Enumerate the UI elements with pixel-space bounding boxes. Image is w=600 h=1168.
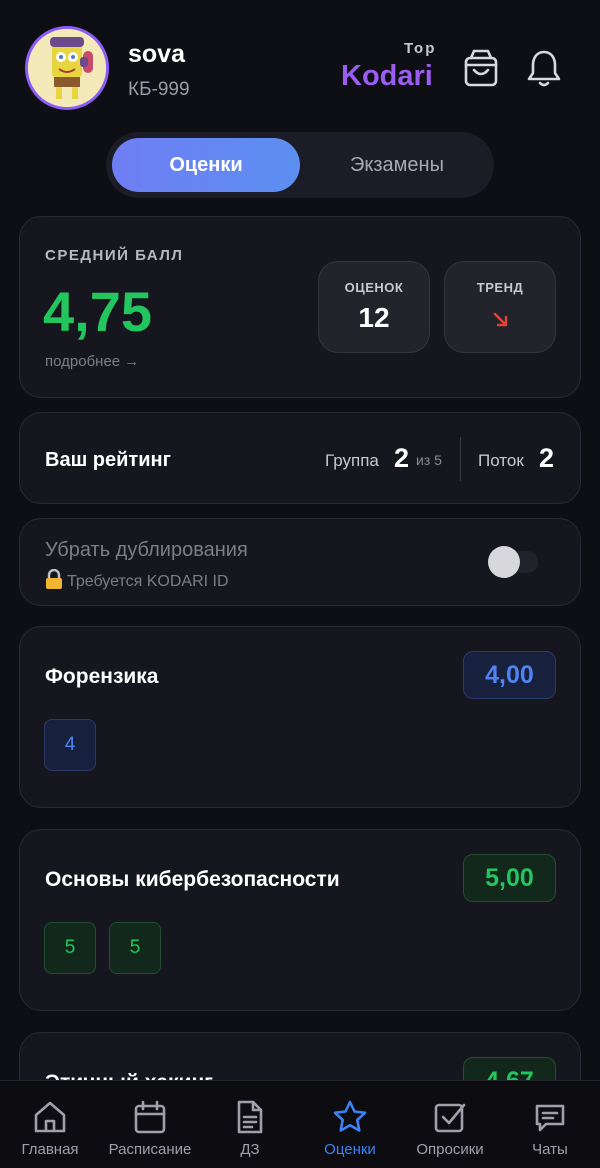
checkbox-icon bbox=[432, 1099, 468, 1135]
dedupe-title: Убрать дублирования bbox=[45, 539, 248, 561]
nav-item-home[interactable]: Главная bbox=[0, 1081, 100, 1168]
trend-label: ТРЕНД bbox=[476, 280, 524, 295]
arrow-down-right-icon bbox=[491, 310, 511, 330]
subject-name: Форензика bbox=[45, 665, 159, 688]
lock-icon bbox=[45, 568, 63, 594]
group-rank-value: 2 bbox=[394, 443, 410, 473]
nav-label: ДЗ bbox=[240, 1141, 260, 1158]
dedupe-toggle-knob[interactable] bbox=[488, 546, 520, 578]
bottom-navigation: Главная Расписание ДЗ Оценки Опросики Ча… bbox=[0, 1080, 600, 1168]
nav-label: Оценки bbox=[324, 1141, 376, 1158]
document-icon bbox=[232, 1099, 268, 1135]
top-label: Top bbox=[404, 40, 437, 57]
calendar-icon bbox=[132, 1099, 168, 1135]
tab-exams[interactable]: Экзамены bbox=[306, 138, 488, 192]
grades-exams-switch: Оценки Экзамены bbox=[106, 132, 494, 198]
chat-icon bbox=[532, 1099, 568, 1135]
dedupe-subtitle: Требуется KODARI ID bbox=[45, 568, 229, 594]
header: sova КБ-999 Top Kodari bbox=[0, 0, 600, 120]
subject-card[interactable]: Основы кибербезопасности 5,00 5 5 bbox=[19, 829, 581, 1011]
subject-card[interactable]: Форензика 4,00 4 bbox=[19, 626, 581, 808]
dedupe-card: Убрать дублирования Требуется KODARI ID bbox=[19, 518, 581, 606]
grades-count-value: 12 bbox=[358, 302, 390, 333]
nav-item-schedule[interactable]: Расписание bbox=[100, 1081, 200, 1168]
average-label: СРЕДНИЙ БАЛЛ bbox=[45, 247, 184, 264]
dedupe-subtitle-text: Требуется KODARI ID bbox=[67, 573, 229, 590]
star-icon bbox=[332, 1099, 368, 1135]
rating-card[interactable]: Ваш рейтинг Группа 2 из 5 Поток 2 bbox=[19, 412, 581, 504]
stream-rank-value: 2 bbox=[539, 443, 555, 473]
grades-count-label: ОЦЕНОК bbox=[344, 280, 404, 295]
average-score-card[interactable]: СРЕДНИЙ БАЛЛ 4,75 подробнее → ОЦЕНОК 12 … bbox=[19, 216, 581, 398]
subject-average: 5,00 bbox=[463, 854, 556, 902]
nav-item-grades[interactable]: Оценки bbox=[300, 1081, 400, 1168]
shopping-bag-icon[interactable] bbox=[463, 48, 499, 88]
trend-box: ТРЕНД bbox=[444, 261, 556, 353]
nav-item-chats[interactable]: Чаты bbox=[500, 1081, 600, 1168]
nav-label: Главная bbox=[21, 1141, 79, 1158]
brand-name[interactable]: Kodari bbox=[341, 60, 433, 93]
nav-item-homework[interactable]: ДЗ bbox=[200, 1081, 300, 1168]
avatar[interactable] bbox=[25, 26, 109, 110]
nav-item-surveys[interactable]: Опросики bbox=[400, 1081, 500, 1168]
subject-name: Основы кибербезопасности bbox=[45, 868, 340, 891]
avatar-image bbox=[28, 29, 106, 107]
nav-label: Расписание bbox=[108, 1141, 192, 1158]
grade-cell[interactable]: 5 bbox=[109, 922, 161, 974]
rating-title: Ваш рейтинг bbox=[45, 449, 171, 471]
bell-icon[interactable] bbox=[526, 48, 562, 88]
details-link[interactable]: подробнее → bbox=[45, 353, 139, 370]
group-rank-total: из 5 bbox=[416, 452, 442, 468]
rating-divider bbox=[460, 437, 461, 481]
username: sova bbox=[128, 40, 185, 68]
tab-grades[interactable]: Оценки bbox=[112, 138, 300, 192]
grade-cell[interactable]: 4 bbox=[44, 719, 96, 771]
subject-average: 4,00 bbox=[463, 651, 556, 699]
grade-cell[interactable]: 5 bbox=[44, 922, 96, 974]
nav-label: Опросики bbox=[416, 1141, 484, 1158]
grades-count-box: ОЦЕНОК 12 bbox=[318, 261, 430, 353]
user-group: КБ-999 bbox=[128, 79, 190, 100]
group-rank-label: Группа bbox=[325, 451, 379, 470]
stream-rank-label: Поток bbox=[478, 451, 524, 470]
average-value: 4,75 bbox=[43, 280, 152, 343]
home-icon bbox=[32, 1099, 68, 1135]
nav-label: Чаты bbox=[532, 1141, 568, 1158]
